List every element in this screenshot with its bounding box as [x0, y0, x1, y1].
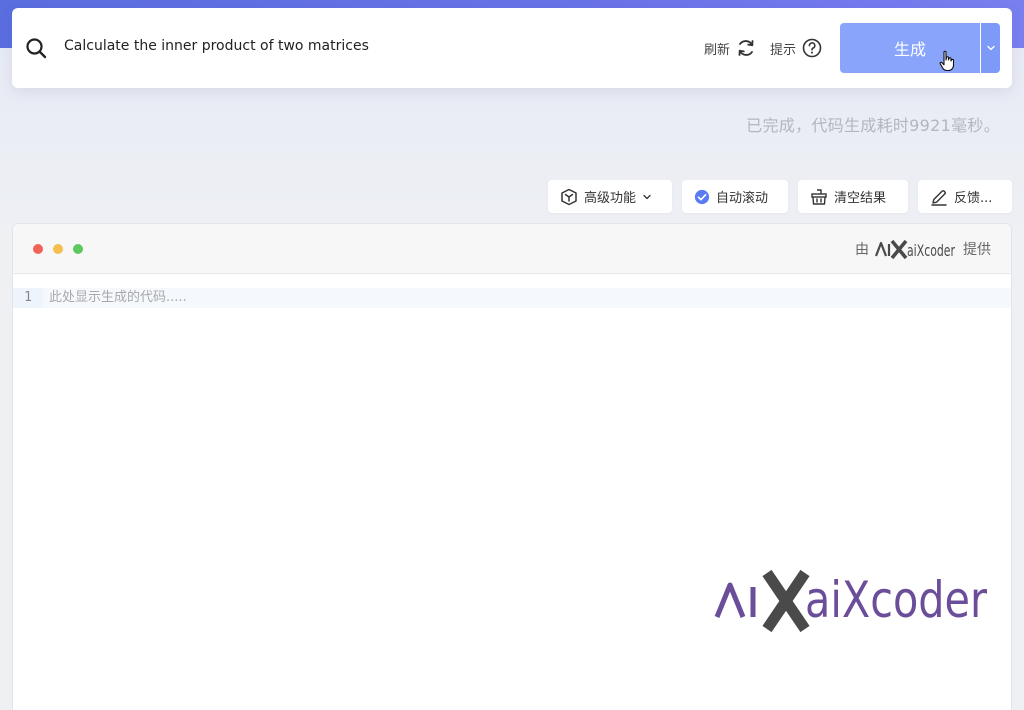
- hint-label: 提示: [770, 42, 797, 58]
- refresh-label: 刷新: [704, 42, 731, 58]
- provided-by: 由 aiXcoder 提供: [855, 237, 991, 261]
- feedback-button[interactable]: 反馈...: [918, 180, 1012, 213]
- status-message: 已完成，代码生成耗时9921毫秒。: [746, 116, 1000, 135]
- search-icon: [26, 38, 47, 59]
- chevron-down-icon: [986, 45, 995, 51]
- auto-scroll-toggle[interactable]: 自动滚动: [682, 180, 788, 213]
- clear-results-button[interactable]: 清空结果: [798, 180, 908, 213]
- window-dot-red: [33, 244, 43, 254]
- hint-button[interactable]: 提示: [770, 36, 822, 60]
- brand-name-small: aiXcoder: [907, 241, 955, 260]
- clear-results-label: 清空结果: [834, 191, 887, 206]
- window-dot-yellow: [53, 244, 63, 254]
- refresh-icon: [738, 40, 754, 56]
- aixcoder-logo-small: aiXcoder: [875, 239, 955, 260]
- brand-name: aiXcoder: [805, 571, 987, 629]
- code-placeholder: 此处显示生成的代码.....: [49, 290, 187, 305]
- auto-scroll-label: 自动滚动: [716, 191, 769, 206]
- code-line[interactable]: 1 此处显示生成的代码.....: [13, 288, 1011, 308]
- editor-header: 由 aiXcoder 提供: [13, 224, 1011, 274]
- generate-button[interactable]: 生成: [840, 23, 980, 73]
- search-input[interactable]: [64, 28, 664, 64]
- provided-prefix: 由: [855, 242, 869, 258]
- generate-label: 生成: [893, 40, 926, 59]
- code-editor: 由 aiXcoder 提供 1 此处显示生成的代码..... aiXcoder: [12, 223, 1012, 710]
- basket-icon: [811, 188, 827, 205]
- generate-dropdown-toggle[interactable]: [981, 23, 1000, 73]
- line-number: 1: [13, 288, 43, 308]
- chevron-down-icon: [643, 194, 651, 199]
- feedback-label: 反馈...: [954, 191, 993, 206]
- advanced-features-button[interactable]: 高级功能: [548, 180, 672, 213]
- check-circle-icon: [694, 189, 710, 204]
- search-card: 刷新 提示 生成: [12, 8, 1012, 88]
- provided-suffix: 提供: [963, 242, 991, 258]
- advanced-features-label: 高级功能: [584, 191, 637, 206]
- help-circle-icon: [802, 38, 822, 58]
- cube-icon: [561, 188, 577, 205]
- pen-icon: [931, 189, 947, 206]
- window-dot-green: [73, 244, 83, 254]
- refresh-button[interactable]: 刷新: [704, 36, 756, 60]
- aixcoder-logo: aiXcoder: [714, 569, 987, 633]
